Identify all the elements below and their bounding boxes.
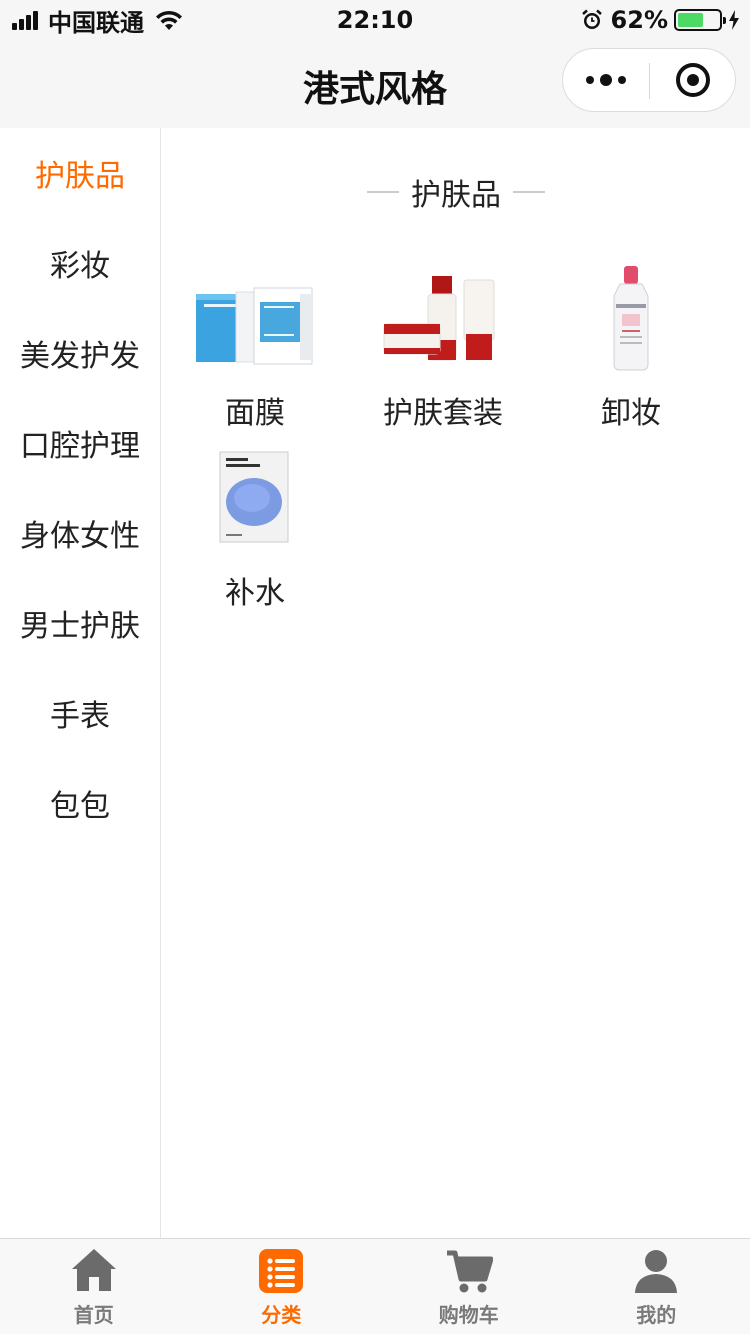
section-line-right	[513, 191, 545, 193]
status-right: 62%	[581, 6, 740, 34]
sidebar-item-haircare[interactable]: 美发护发	[0, 308, 160, 398]
sidebar-item-bags[interactable]: 包包	[0, 758, 160, 848]
alarm-icon	[581, 9, 602, 29]
target-close-icon[interactable]	[650, 49, 736, 111]
sidebar-item-body-women[interactable]: 身体女性	[0, 488, 160, 578]
sidebar-item-makeup[interactable]: 彩妆	[0, 218, 160, 308]
home-icon	[71, 1249, 116, 1291]
tab-profile[interactable]: 我的	[563, 1239, 750, 1334]
hydrating-mask-image	[219, 451, 289, 543]
user-icon	[635, 1250, 678, 1293]
mini-program-capsule	[562, 48, 736, 112]
makeup-remover-image	[613, 266, 649, 371]
category-item-skincare-set[interactable]: 护肤套装	[350, 264, 536, 444]
sidebar-item-skincare[interactable]: 护肤品	[0, 128, 160, 218]
tab-home[interactable]: 首页	[0, 1239, 188, 1334]
category-content: 护肤品 面膜 护肤套装 卸妆 补水	[162, 128, 750, 1238]
section-line-left	[367, 191, 399, 193]
skincare-set-image	[383, 276, 495, 361]
tab-label: 我的	[636, 1303, 677, 1327]
category-sidebar: 护肤品 彩妆 美发护发 口腔护理 身体女性 男士护肤 手表 包包	[0, 128, 161, 1238]
sidebar-item-watches[interactable]: 手表	[0, 668, 160, 758]
tab-cart[interactable]: 购物车	[375, 1239, 563, 1334]
sidebar-item-oralcare[interactable]: 口腔护理	[0, 398, 160, 488]
status-bar: 中国联通 22:10 62%	[0, 0, 750, 40]
category-item-label: 面膜	[225, 396, 285, 431]
charging-bolt-icon	[729, 10, 739, 30]
tab-label: 购物车	[438, 1303, 499, 1327]
category-item-makeup-remover[interactable]: 卸妆	[538, 264, 724, 444]
category-list-icon	[259, 1249, 304, 1293]
category-item-facial-mask[interactable]: 面膜	[162, 264, 348, 444]
tab-category[interactable]: 分类	[188, 1239, 376, 1334]
nav-bar: 港式风格	[0, 40, 750, 128]
facial-mask-image	[196, 287, 313, 365]
tab-bar: 首页 分类 购物车 我的	[0, 1238, 750, 1334]
battery-fill	[678, 13, 703, 27]
category-item-label: 补水	[225, 576, 285, 611]
battery-icon	[674, 9, 726, 31]
more-dots-icon[interactable]	[563, 49, 649, 111]
category-item-label: 卸妆	[601, 396, 661, 431]
battery-percent: 62%	[610, 6, 668, 34]
tab-label: 分类	[261, 1303, 302, 1327]
section-title: 护肤品	[411, 178, 501, 213]
category-item-hydrating[interactable]: 补水	[162, 444, 348, 624]
cart-icon	[446, 1250, 493, 1293]
tab-label: 首页	[73, 1303, 114, 1327]
section-header: 护肤品	[162, 168, 750, 216]
category-item-label: 护肤套装	[383, 396, 503, 431]
sidebar-item-men-skincare[interactable]: 男士护肤	[0, 578, 160, 668]
